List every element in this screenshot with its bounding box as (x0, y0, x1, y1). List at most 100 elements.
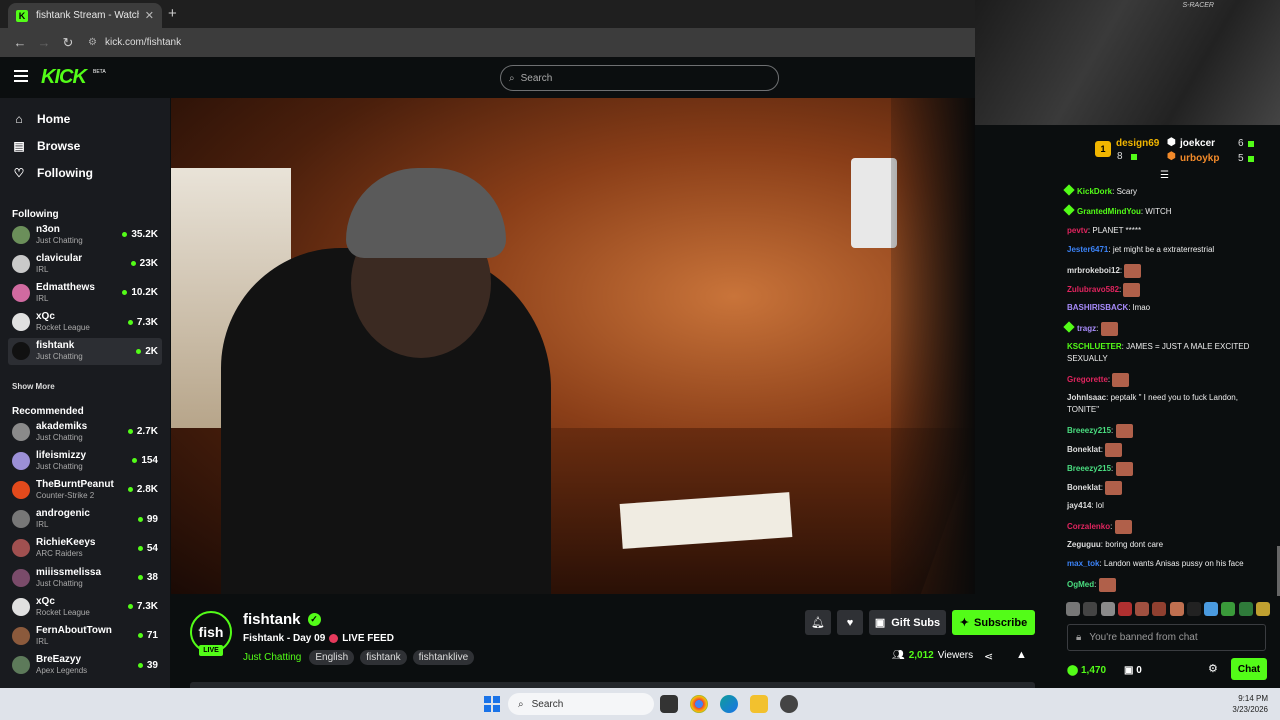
channel-row[interactable]: akademiks Just Chatting 2.7K (8, 418, 162, 445)
chat-username[interactable]: Zeguguu (1067, 540, 1101, 549)
chat-username[interactable]: Breeezy215 (1067, 464, 1111, 473)
follow-button[interactable]: ♥ (837, 610, 863, 635)
channel-row[interactable]: RichieKeeys ARC Raiders 54 (8, 535, 162, 562)
kick-logo[interactable]: KICK (41, 66, 87, 89)
site-info-icon[interactable]: ⚙ (88, 37, 97, 48)
channel-row[interactable]: TheBurntPeanut Counter-Strike 2 2.8K (8, 476, 162, 503)
leader-name[interactable]: urboykp (1180, 153, 1219, 164)
share-icon[interactable]: ⋖ (984, 650, 993, 663)
channel-viewers: 2K (145, 345, 158, 357)
emote-icon[interactable] (1066, 602, 1080, 616)
channel-category: Just Chatting (36, 352, 83, 362)
channel-row[interactable]: Edmatthews IRL 10.2K (8, 279, 162, 306)
chat-username[interactable]: Boneklat (1067, 445, 1101, 454)
channel-row[interactable]: clavicular IRL 23K (8, 250, 162, 277)
chat-text: : jet might be a extraterrestrial (1108, 245, 1215, 254)
chat-username[interactable]: tragz (1077, 324, 1096, 333)
leader-name[interactable]: joekcer (1180, 138, 1215, 149)
nav-browse[interactable]: ▤ Browse (12, 139, 80, 153)
url-field[interactable]: ⚙ kick.com/fishtank (88, 37, 181, 48)
system-clock[interactable]: 9:14 PM 3/23/2026 (1222, 693, 1268, 715)
channel-row[interactable]: xQc Rocket League 7.3K (8, 593, 162, 620)
windows-start-icon[interactable] (484, 696, 500, 712)
subscribe-button[interactable]: ✦ Subscribe (952, 610, 1035, 635)
channel-points[interactable]: ⬤ 1,470 (1067, 665, 1106, 676)
tag[interactable]: English (309, 650, 355, 665)
chat-message: Zulubravo582: (1067, 283, 1272, 297)
recommended-section-title: Recommended (12, 406, 84, 417)
chat-username[interactable]: KSCHLUETER (1067, 342, 1122, 351)
emote-icon[interactable] (1117, 602, 1132, 616)
chat-username[interactable]: Gregorette (1067, 375, 1108, 384)
hamburger-menu-icon[interactable] (14, 70, 28, 82)
pin-icon[interactable]: ☰ (1160, 170, 1169, 181)
chat-username[interactable]: mrbrokeboi12 (1067, 266, 1120, 275)
new-tab-button[interactable]: + (168, 5, 177, 22)
forward-icon[interactable]: → (32, 35, 56, 50)
chat-username[interactable]: pevtv (1067, 226, 1088, 235)
gift-subs-button[interactable]: ▣ Gift Subs (869, 610, 946, 635)
chrome-icon[interactable] (690, 695, 708, 713)
webcam-label: S-RACER (1182, 2, 1214, 9)
gear-icon[interactable]: ⚙ (1208, 662, 1218, 675)
channel-avatar (12, 656, 30, 675)
tag[interactable]: fishtanklive (412, 650, 475, 665)
emote-icon (1112, 373, 1130, 387)
leader-name[interactable]: design69 (1116, 138, 1159, 149)
emote-icon[interactable] (1204, 602, 1219, 616)
browser-tab[interactable]: K fishtank Stream - Watch Live on Kick ✕ (8, 3, 162, 28)
chat-username[interactable]: OgMed (1067, 580, 1094, 589)
taskbar-search[interactable]: ⌕ Search (508, 693, 654, 715)
channel-name[interactable]: fishtank ✓ (243, 611, 321, 628)
chat-username[interactable]: Jester6471 (1067, 245, 1108, 254)
chat-username[interactable]: JohnIsaac (1067, 393, 1106, 402)
category-link[interactable]: Just Chatting (243, 652, 301, 663)
emote-icon[interactable] (1100, 602, 1115, 616)
show-more-link[interactable]: Show More (12, 382, 55, 391)
chat-username[interactable]: Zulubravo582 (1067, 285, 1119, 294)
chat-username[interactable]: KickDork (1077, 187, 1112, 196)
report-icon[interactable]: ▲ (1016, 649, 1027, 661)
close-tab-icon[interactable]: ✕ (145, 9, 154, 22)
chat-send-button[interactable]: Chat (1231, 658, 1267, 680)
channel-row[interactable]: FernAboutTown IRL 71 (8, 622, 162, 649)
chat-username[interactable]: Breeezy215 (1067, 426, 1111, 435)
emote-icon[interactable] (1152, 602, 1167, 616)
reload-icon[interactable]: ↻ (56, 35, 80, 51)
nav-home[interactable]: ⌂ Home (12, 112, 70, 126)
emote-icon[interactable] (1255, 602, 1270, 616)
chat-username[interactable]: GrantedMindYou (1077, 207, 1141, 216)
channel-row[interactable]: BreEazyy Apex Legends 39 (8, 652, 162, 679)
app-icon[interactable] (780, 695, 798, 713)
notification-bell-button[interactable]: 🔔︎ (805, 610, 831, 635)
emote-icon[interactable] (1135, 602, 1150, 616)
video-player[interactable] (171, 98, 975, 594)
channel-row[interactable]: androgenic IRL 99 (8, 506, 162, 533)
chat-username[interactable]: Corzalenko (1067, 522, 1110, 531)
emote-icon[interactable] (1238, 602, 1253, 616)
nav-following[interactable]: ♡ Following (12, 166, 93, 180)
file-explorer-icon[interactable] (750, 695, 768, 713)
tag[interactable]: fishtank (360, 650, 407, 665)
task-view-icon[interactable] (660, 695, 678, 713)
channel-row[interactable]: lifeismizzy Just Chatting 154 (8, 447, 162, 474)
edge-icon[interactable] (720, 695, 738, 713)
back-icon[interactable]: ← (8, 35, 32, 50)
chat-text: : (1094, 580, 1099, 590)
emote-icon[interactable] (1186, 602, 1201, 616)
chat-username[interactable]: Boneklat (1067, 483, 1101, 492)
channel-name: FernAboutTown (36, 624, 112, 636)
channel-row[interactable]: miiissmelissa Just Chatting 38 (8, 564, 162, 591)
channel-row[interactable]: fishtank Just Chatting 2K (8, 337, 162, 365)
channel-row[interactable]: n3on Just Chatting 35.2K (8, 221, 162, 248)
live-dot-icon (137, 662, 143, 668)
chat-username[interactable]: max_tok (1067, 559, 1099, 568)
emote-icon[interactable] (1083, 602, 1098, 616)
gift-counter[interactable]: ▣ 0 (1124, 665, 1142, 676)
search-input[interactable]: ⌕ Search (500, 65, 779, 91)
emote-icon[interactable] (1169, 602, 1184, 616)
channel-row[interactable]: xQc Rocket League 7.3K (8, 309, 162, 336)
emote-icon[interactable] (1221, 602, 1236, 616)
chat-username[interactable]: jay414 (1067, 501, 1091, 510)
chat-username[interactable]: BASHIRISBACK (1067, 303, 1128, 312)
